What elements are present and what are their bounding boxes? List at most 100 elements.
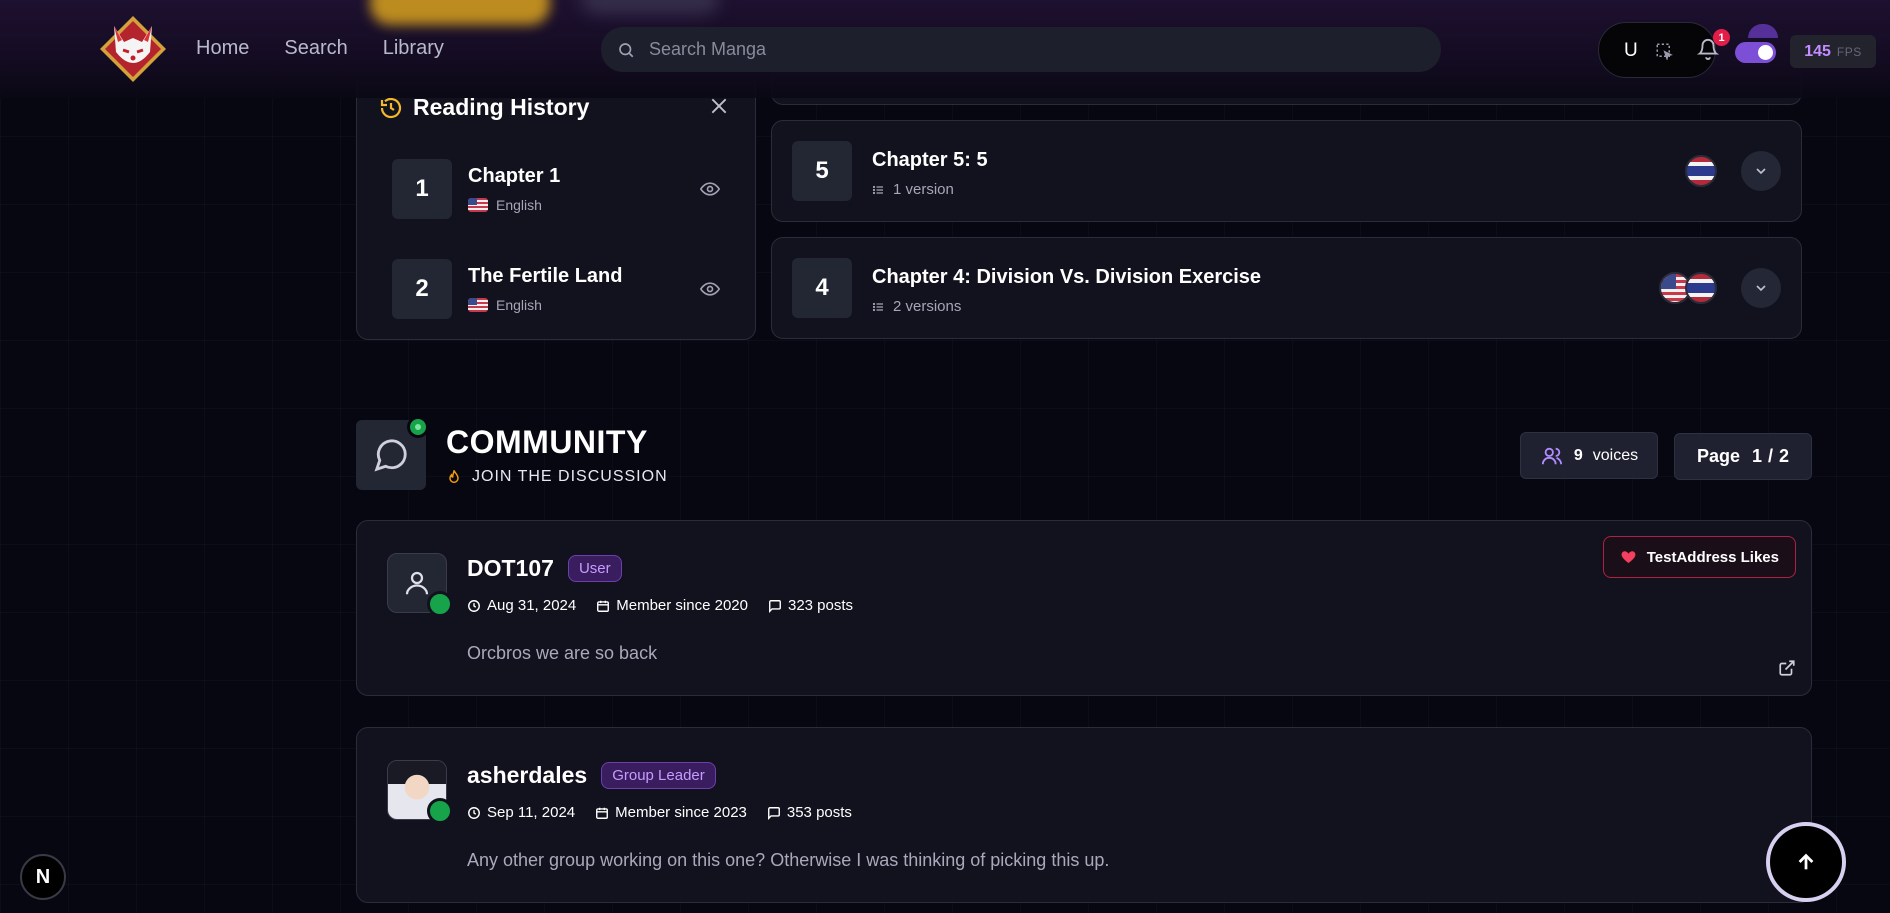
nav-search[interactable]: Search	[284, 37, 347, 60]
us-flag-icon	[468, 198, 488, 212]
comment-date: Sep 11, 2024	[467, 804, 575, 821]
toolbar-letter[interactable]: U	[1624, 40, 1638, 62]
chevron-down-icon	[1756, 168, 1766, 175]
calendar-icon	[597, 600, 610, 612]
member-since: Member since 2023	[595, 804, 747, 821]
kitsune-logo-icon[interactable]	[96, 12, 170, 86]
member-since: Member since 2020	[596, 597, 748, 614]
comment-author: asherdales Group Leader	[467, 762, 716, 789]
list-icon	[872, 185, 883, 194]
search-input[interactable]	[649, 39, 1409, 60]
top-navbar: Home Search Library U 1 145 FPS	[0, 0, 1890, 98]
history-item[interactable]: 1 Chapter 1 English	[392, 159, 722, 219]
online-status-dot	[427, 591, 453, 617]
community-title: COMMUNITY	[446, 424, 648, 460]
chat-bubble-icon	[374, 439, 407, 472]
flame-icon	[449, 470, 459, 484]
language-label: English	[496, 297, 542, 313]
history-item[interactable]: 2 The Fertile Land English	[392, 259, 722, 319]
message-icon	[769, 599, 781, 613]
comment-text: Orcbros we are so back	[467, 643, 658, 663]
page-label: Page	[1696, 446, 1740, 466]
list-icon	[872, 302, 883, 311]
history-title-text: Reading History	[413, 94, 590, 120]
header-blur-decoration	[370, 0, 550, 25]
history-title: Reading History	[379, 94, 589, 121]
username[interactable]: DOT107	[467, 555, 554, 582]
history-item-title[interactable]: Chapter 1	[468, 165, 560, 188]
voices-label: voices	[1592, 446, 1639, 464]
history-item-language: English	[468, 197, 542, 213]
clock-icon	[468, 806, 480, 819]
fps-counter: 145 FPS	[1790, 35, 1876, 68]
post-count: 323 posts	[768, 597, 853, 614]
comment-card: asherdales Group Leader Sep 11, 2024 Mem…	[356, 727, 1812, 903]
comment-author: DOT107 User	[467, 555, 622, 582]
users-icon	[1541, 447, 1562, 464]
voices-badge: 9 voices	[1520, 432, 1658, 479]
chapter-card[interactable]: 4 Chapter 4: Division Vs. Division Exerc…	[771, 237, 1802, 339]
main-nav: Home Search Library	[196, 37, 444, 60]
user-icon	[405, 571, 429, 595]
chapter-title[interactable]: Chapter 5: 5	[872, 149, 988, 172]
comment-card: DOT107 User Aug 31, 2024 Member since 20…	[356, 520, 1812, 696]
expand-button[interactable]	[1741, 268, 1781, 308]
comment-date: Aug 31, 2024	[467, 597, 576, 614]
nextjs-devtools-button[interactable]: N	[20, 854, 66, 900]
chapter-number: 5	[792, 141, 852, 201]
select-area-icon[interactable]	[1655, 42, 1673, 60]
nav-library[interactable]: Library	[383, 37, 444, 60]
chapter-card[interactable]: 5 Chapter 5: 5 1 version	[771, 120, 1802, 222]
history-item-title[interactable]: The Fertile Land	[468, 265, 622, 288]
community-subtitle: JOIN THE DISCUSSION	[446, 468, 668, 486]
online-indicator	[407, 416, 429, 438]
thai-flag-icon	[1685, 272, 1717, 304]
chapter-title[interactable]: Chapter 4: Division Vs. Division Exercis…	[872, 266, 1261, 289]
role-badge: Group Leader	[601, 762, 716, 789]
versions-label: 1 version	[893, 181, 954, 198]
chapter-versions: 2 versions	[872, 298, 961, 315]
page-current: 1	[1751, 446, 1762, 466]
search-icon	[619, 42, 634, 57]
fps-label: FPS	[1836, 44, 1862, 59]
header-blur-decoration-2	[580, 0, 720, 15]
avatar[interactable]	[1748, 24, 1778, 38]
thai-flag-icon	[1685, 155, 1717, 187]
history-item-language: English	[468, 297, 542, 313]
history-icon	[380, 97, 402, 118]
comment-meta: Sep 11, 2024 Member since 2023 353 posts	[467, 804, 852, 821]
notification-badge: 1	[1713, 29, 1730, 46]
likes-button[interactable]: TestAddress Likes	[1602, 536, 1796, 578]
calendar-icon	[596, 807, 609, 819]
comment-meta: Aug 31, 2024 Member since 2020 323 posts	[467, 597, 853, 614]
page-indicator: Page 1 / 2	[1674, 433, 1812, 480]
scroll-to-top-button[interactable]	[1766, 822, 1846, 902]
chapter-number: 4	[792, 258, 852, 318]
language-label: English	[496, 197, 542, 213]
page-total: 2	[1779, 446, 1790, 466]
versions-label: 2 versions	[893, 298, 962, 315]
reading-history-panel: Reading History 1 Chapter 1 English 2 Th…	[356, 80, 756, 340]
expand-button[interactable]	[1741, 151, 1781, 191]
eye-icon[interactable]	[698, 279, 722, 299]
fps-value: 145	[1804, 42, 1831, 60]
chapter-versions: 1 version	[872, 181, 954, 198]
username[interactable]: asherdales	[467, 762, 587, 789]
voices-count: 9	[1573, 446, 1583, 464]
nav-home[interactable]: Home	[196, 37, 249, 60]
likes-label: TestAddress Likes	[1646, 548, 1779, 566]
us-flag-icon	[468, 298, 488, 312]
post-count: 353 posts	[767, 804, 852, 821]
heart-icon	[1621, 551, 1636, 563]
page-separator: /	[1768, 446, 1774, 466]
online-status-dot	[427, 798, 453, 824]
close-icon[interactable]	[709, 96, 729, 116]
search-bar[interactable]	[601, 27, 1441, 72]
external-link-icon[interactable]	[1778, 659, 1796, 677]
role-badge: User	[567, 555, 622, 582]
theme-toggle[interactable]	[1735, 42, 1776, 63]
history-item-number: 1	[392, 159, 452, 219]
eye-icon[interactable]	[698, 179, 722, 199]
arrow-up-icon	[1798, 853, 1814, 870]
comment-text: Any other group working on this one? Oth…	[467, 850, 1110, 870]
